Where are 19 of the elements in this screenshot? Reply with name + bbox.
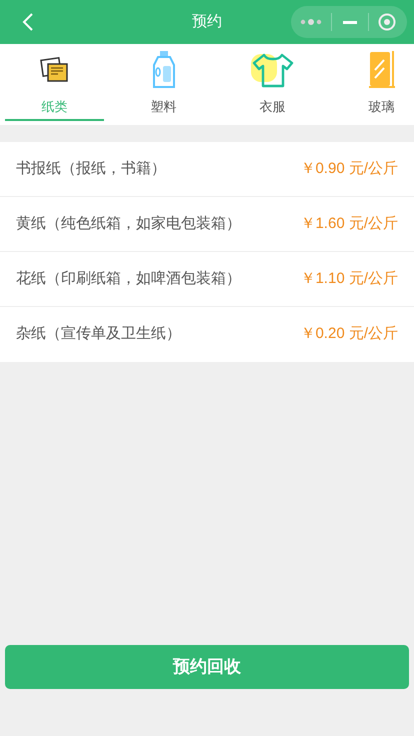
page-title: 预约 <box>192 12 222 32</box>
shirt-icon <box>250 52 296 88</box>
close-icon <box>378 13 396 31</box>
category-tab[interactable]: 玻璃 <box>332 44 414 121</box>
item-price: ￥0.20 元/公斤 <box>300 324 398 344</box>
item-price: ￥0.90 元/公斤 <box>300 158 398 179</box>
category-tab[interactable]: 衣服 <box>223 44 322 121</box>
item-name: 黄纸（纯色纸箱，如家电包装箱） <box>16 214 241 234</box>
back-icon <box>22 12 34 32</box>
item-name: 杂纸（宣传单及卫生纸） <box>16 324 181 344</box>
category-tab[interactable]: 塑料 <box>114 44 213 121</box>
item-price: ￥1.10 元/公斤 <box>300 268 398 289</box>
item-name: 书报纸（报纸，书籍） <box>16 158 166 179</box>
minimize-icon <box>343 20 357 24</box>
item-price: ￥1.60 元/公斤 <box>300 214 398 234</box>
item-name: 花纸（印刷纸箱，如啤酒包装箱） <box>16 268 241 289</box>
more-icon <box>300 18 322 26</box>
glass-icon <box>366 50 396 90</box>
paper-icon <box>40 56 70 84</box>
